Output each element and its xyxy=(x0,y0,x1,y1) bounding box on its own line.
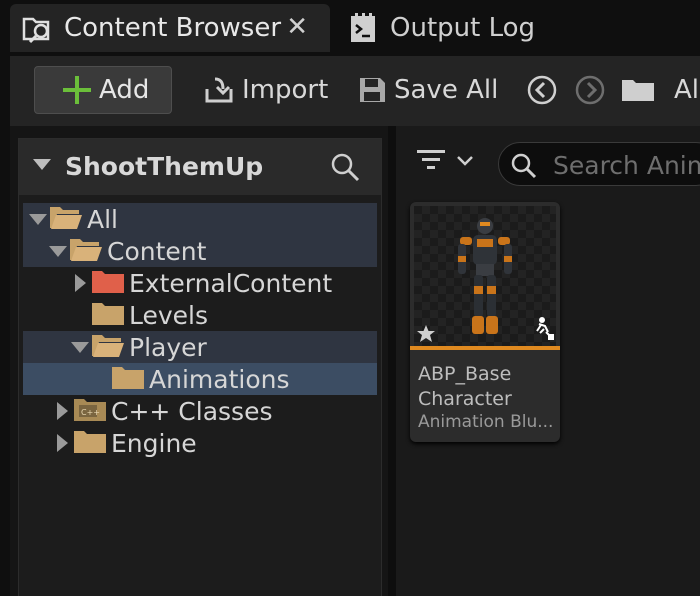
folder-icon xyxy=(620,68,656,112)
folder-open-icon xyxy=(49,204,83,234)
tree-item-levels[interactable]: Levels xyxy=(23,299,377,331)
sources-panel: ShootThemUp All Content ExternalContent xyxy=(18,138,382,596)
content-browser-icon xyxy=(20,11,54,45)
breadcrumb-path[interactable]: All xyxy=(668,68,700,112)
close-icon[interactable]: ✕ xyxy=(286,12,308,42)
filter-icon xyxy=(416,148,446,176)
add-button-label: Add xyxy=(99,75,150,105)
expand-arrow-icon[interactable] xyxy=(69,272,91,294)
sources-header[interactable]: ShootThemUp xyxy=(19,139,381,195)
asset-type: Animation Blu... xyxy=(418,412,554,432)
tree-label: C++ Classes xyxy=(111,396,273,426)
asset-thumbnail xyxy=(414,206,556,346)
tree-item-content[interactable]: Content xyxy=(23,235,377,267)
tab-label: Content Browser xyxy=(64,13,282,43)
tab-bar: Content Browser ✕ Output Log xyxy=(0,0,700,56)
chevron-down-icon xyxy=(456,153,474,172)
save-all-label: Save All xyxy=(394,75,499,105)
add-button[interactable]: Add xyxy=(34,66,172,114)
folder-icon xyxy=(91,268,125,298)
tree-item-engine[interactable]: Engine xyxy=(23,427,377,459)
tree-label: Player xyxy=(129,332,207,362)
character-figure-icon xyxy=(417,218,554,342)
tree-item-animations[interactable]: Animations xyxy=(23,363,377,395)
history-forward-icon[interactable] xyxy=(574,68,606,112)
tree-label: ExternalContent xyxy=(129,268,333,298)
import-button[interactable]: Import xyxy=(202,68,328,112)
plus-icon xyxy=(63,76,91,104)
breadcrumb-label: All xyxy=(674,75,700,105)
asset-view: ABP_Base Character Animation Blu... xyxy=(396,126,700,596)
tree-item-player[interactable]: Player xyxy=(23,331,377,363)
asset-name: ABP_Base Character xyxy=(418,363,512,410)
tree-item-all[interactable]: All xyxy=(23,203,377,235)
toolbar: Add Import Save All Al xyxy=(10,56,700,126)
expand-arrow-icon[interactable] xyxy=(47,240,69,262)
tree-label: Levels xyxy=(129,300,209,330)
tree-label: Content xyxy=(107,236,207,266)
search-field[interactable] xyxy=(498,142,700,186)
folder-icon xyxy=(111,364,145,394)
search-icon xyxy=(509,151,537,183)
search-icon[interactable] xyxy=(329,151,361,187)
panel-splitter[interactable] xyxy=(388,126,396,596)
folder-icon xyxy=(91,300,125,330)
folder-open-icon xyxy=(91,332,125,362)
tab-output-log[interactable]: Output Log xyxy=(336,4,636,52)
window-edge xyxy=(0,56,10,596)
tab-label: Output Log xyxy=(390,13,536,43)
tab-content-browser[interactable]: Content Browser ✕ xyxy=(10,4,330,52)
tree-item-cpp-classes[interactable]: C++ C++ Classes xyxy=(23,395,377,427)
asset-tile[interactable]: ABP_Base Character Animation Blu... xyxy=(410,202,560,442)
import-button-label: Import xyxy=(242,75,329,105)
output-log-icon xyxy=(346,11,380,45)
expand-arrow-icon[interactable] xyxy=(27,208,49,230)
svg-text:C++: C++ xyxy=(81,408,100,417)
asset-type-color-bar xyxy=(410,346,560,350)
project-title: ShootThemUp xyxy=(65,152,264,181)
filter-button[interactable] xyxy=(416,148,474,176)
history-back-icon[interactable] xyxy=(526,68,558,112)
expand-arrow-icon[interactable] xyxy=(69,336,91,358)
cpp-folder-icon: C++ xyxy=(73,396,107,426)
expand-arrow-icon[interactable] xyxy=(51,432,73,454)
tree-label: Animations xyxy=(149,364,290,394)
folder-icon xyxy=(73,428,107,458)
tree-label: Engine xyxy=(111,428,197,458)
tree-label: All xyxy=(87,204,118,234)
search-input[interactable] xyxy=(551,149,700,181)
import-icon xyxy=(202,73,236,107)
save-all-button[interactable]: Save All xyxy=(356,68,498,112)
tree-item-externalcontent[interactable]: ExternalContent xyxy=(23,267,377,299)
save-icon xyxy=(356,74,388,106)
collapse-chevron-icon[interactable] xyxy=(33,159,51,170)
folder-open-icon xyxy=(69,236,103,266)
expand-arrow-icon[interactable] xyxy=(51,400,73,422)
